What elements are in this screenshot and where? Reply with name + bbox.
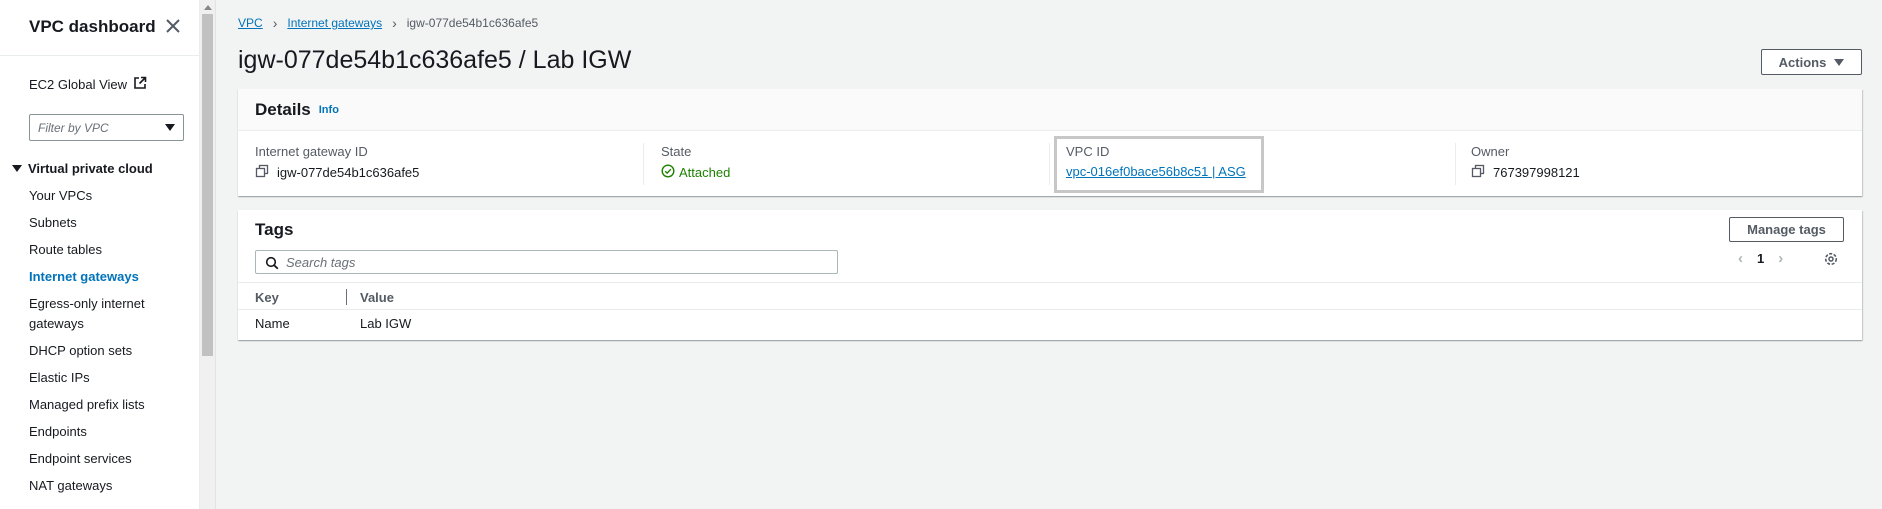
copy-icon[interactable] [1471,164,1485,181]
sidebar-item-subnets[interactable]: Subnets [29,213,159,233]
sidebar-item-egress-only-internet-gateways[interactable]: Egress-only internet gateways [29,294,159,334]
sidebar-scrollbar[interactable] [200,0,216,509]
sidebar-item-elastic-ips[interactable]: Elastic IPs [29,368,159,388]
sidebar-title[interactable]: VPC dashboard [29,17,156,37]
sidebar-item-internet-gateways[interactable]: Internet gateways [29,267,159,287]
search-icon [265,256,279,273]
chevron-left-icon[interactable]: ‹ [1738,250,1743,267]
details-header: Details Info [238,89,1862,131]
tags-table-header: Key Value [238,282,1862,310]
vpc-filter-placeholder: Filter by VPC [38,120,109,135]
copy-icon[interactable] [255,164,269,181]
settings-gear-icon[interactable] [1823,251,1839,270]
tags-title: Tags [255,220,294,239]
field-label: Owner [1471,144,1510,159]
sidebar-divider [0,55,199,56]
caret-down-icon [165,124,175,131]
breadcrumb-vpc[interactable]: VPC [238,16,263,30]
field-value: Attached [661,164,730,181]
pagination: ‹ 1 › [1738,250,1783,267]
column-header-key[interactable]: Key [255,290,279,305]
tag-key: Name [255,316,290,331]
field-value: 767397998121 [1471,164,1580,181]
tag-value: Lab IGW [360,316,412,331]
internet-gateway-id-field: Internet gateway ID igw-077de54b1c636afe… [255,144,419,181]
owner-field: Owner 767397998121 [1471,144,1580,181]
vpc-id-field: VPC ID vpc-016ef0bace56b8c51 | ASG [1066,144,1246,179]
column-header-value[interactable]: Value [360,290,394,305]
field-value: igw-077de54b1c636afe5 [255,164,419,181]
chevron-right-icon[interactable]: › [1778,250,1783,267]
field-label: Internet gateway ID [255,144,368,159]
chevron-right-icon: › [272,15,278,31]
sidebar-item-label: EC2 Global View [29,77,128,92]
state-field: State Attached [661,144,730,181]
sidebar-section-virtual-private-cloud[interactable]: Virtual private cloud [12,161,153,176]
column-divider [1455,143,1456,185]
sidebar-item-endpoints[interactable]: Endpoints [29,422,159,442]
breadcrumb-internet-gateways[interactable]: Internet gateways [287,16,382,30]
close-icon[interactable] [164,17,182,35]
sidebar-item-ec2-global-view[interactable]: EC2 Global View [29,76,147,93]
check-circle-icon [661,164,675,181]
caret-down-icon [1834,58,1845,66]
sidebar-item-managed-prefix-lists[interactable]: Managed prefix lists [29,395,159,415]
actions-button-label: Actions [1778,54,1827,70]
search-tags-input[interactable]: Search tags [255,250,838,274]
breadcrumb: VPC › Internet gateways › igw-077de54b1c… [238,15,538,31]
caret-down-icon [12,165,22,172]
sidebar-item-route-tables[interactable]: Route tables [29,240,159,260]
page-number[interactable]: 1 [1757,251,1764,266]
column-divider [1049,143,1050,185]
section-label: Virtual private cloud [28,161,153,176]
state-value: Attached [679,165,731,180]
field-label: State [661,144,692,159]
details-panel: Details Info Internet gateway ID igw-077… [238,89,1862,196]
breadcrumb-current: igw-077de54b1c636afe5 [406,16,539,30]
scroll-up-arrow-icon[interactable] [204,5,212,10]
sidebar-item-nat-gateways[interactable]: NAT gateways [29,476,159,496]
sidebar: VPC dashboard EC2 Global View Filter by … [0,0,200,509]
external-link-icon [133,76,147,93]
info-link[interactable]: Info [319,104,339,116]
sidebar-item-endpoint-services[interactable]: Endpoint services [29,449,159,469]
sidebar-item-your-vpcs[interactable]: Your VPCs [29,186,159,206]
vpc-filter-select[interactable]: Filter by VPC [29,114,184,141]
field-value: vpc-016ef0bace56b8c51 | ASG [1066,164,1246,179]
sidebar-item-dhcp-option-sets[interactable]: DHCP option sets [29,341,159,361]
manage-tags-button[interactable]: Manage tags [1729,217,1844,242]
details-title: Details [255,99,311,119]
tags-panel: Tags Manage tags Search tags ‹ 1 › Key V… [238,210,1862,340]
actions-button[interactable]: Actions [1761,49,1862,75]
vpc-id-link[interactable]: vpc-016ef0bace56b8c51 | ASG [1066,164,1246,179]
column-divider [643,143,644,185]
chevron-right-icon: › [392,15,397,31]
field-label: VPC ID [1066,144,1110,159]
scrollbar-thumb[interactable] [202,14,213,356]
column-resize-handle[interactable] [346,289,347,305]
page-title: igw-077de54b1c636afe5 / Lab IGW [238,46,632,74]
search-tags-placeholder: Search tags [286,254,356,270]
internet-gateway-id-value: igw-077de54b1c636afe5 [277,165,420,180]
owner-value: 767397998121 [1493,165,1580,180]
